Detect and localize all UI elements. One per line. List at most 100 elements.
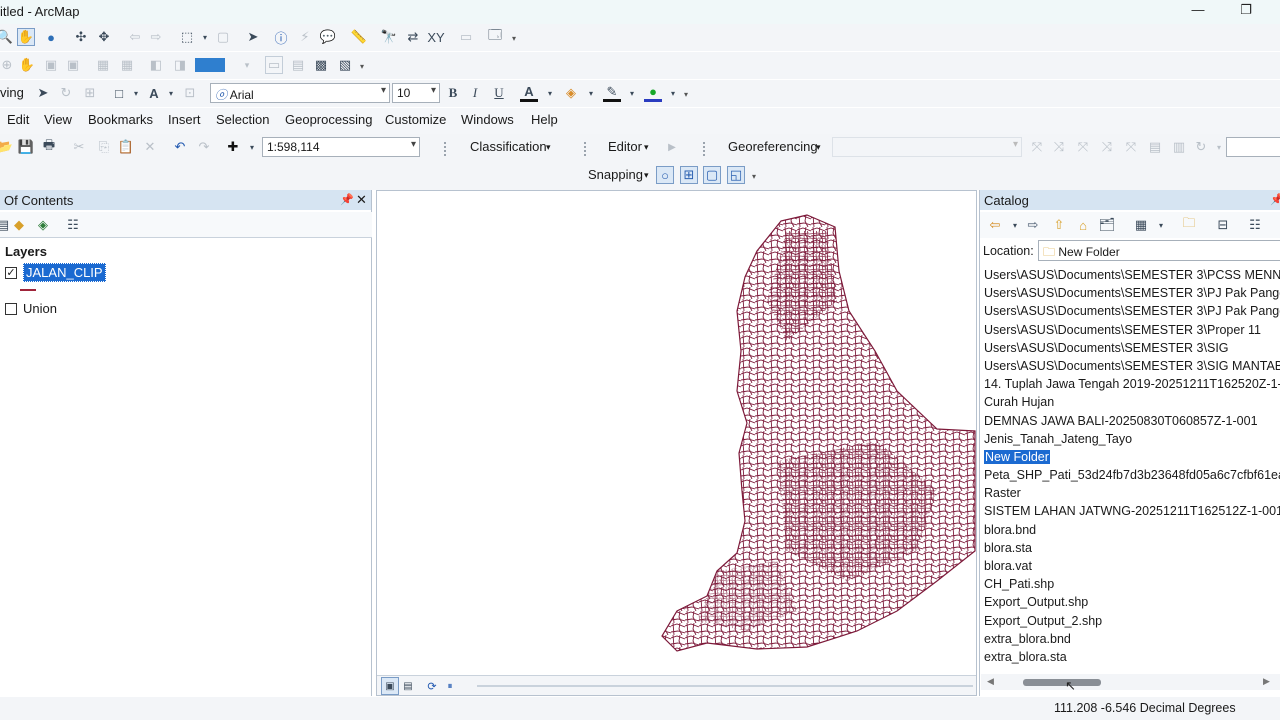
catalog-item[interactable]: blora.sta [981, 539, 1280, 557]
drawing-menu[interactable]: ving [0, 85, 24, 100]
font-size-select[interactable]: 10 ▾ [392, 83, 440, 103]
forward-icon[interactable]: ⇨ [147, 28, 165, 46]
layout-view-icon[interactable]: ▤ [399, 677, 417, 695]
line-color-icon[interactable]: ✎ [603, 84, 621, 102]
paste-icon[interactable]: 📋 [117, 138, 135, 156]
fill-color-dropdown-icon[interactable]: ▾ [582, 84, 600, 102]
clear-selection-icon[interactable]: ▢ [214, 28, 232, 46]
scrollbar-thumb[interactable] [1023, 679, 1101, 686]
toggle-draft-icon[interactable]: ▭ [265, 56, 283, 74]
catalog-item[interactable]: Users\ASUS\Documents\SEMESTER 3\PJ Pak P… [981, 302, 1280, 320]
layout-forward-icon[interactable]: ◨ [171, 56, 189, 74]
layout-fixed-out-icon[interactable]: ▦ [118, 56, 136, 74]
close-icon[interactable]: ✕ [356, 192, 367, 208]
pause-drawing-icon[interactable]: ⏸ [441, 677, 459, 695]
italic-button[interactable]: I [466, 84, 484, 102]
menu-geoprocessing[interactable]: Geoprocessing [285, 112, 372, 127]
views-dropdown-icon[interactable]: ▾ [1152, 216, 1170, 234]
marker-color-icon[interactable]: ● [644, 84, 662, 102]
html-popup-icon[interactable]: 💬 [319, 28, 337, 46]
list-by-source-icon[interactable]: ◆ [10, 216, 28, 234]
menu-bookmarks[interactable]: Bookmarks [88, 112, 153, 127]
catalog-item[interactable]: Users\ASUS\Documents\SEMESTER 3\SIG MANT… [981, 357, 1280, 375]
globe-icon[interactable]: ● [42, 28, 60, 46]
catalog-item[interactable]: SISTEM LAHAN JATWNG-20251211T162512Z-1-0… [981, 502, 1280, 520]
catalog-item-selected[interactable]: New Folder [981, 448, 1280, 466]
map-scrollbar-track[interactable] [477, 685, 973, 687]
shift-georef-icon[interactable]: ⤨ [1050, 138, 1068, 156]
toolbar-options-icon[interactable]: ▾ [512, 34, 520, 46]
select-elements-draw-icon[interactable]: ➤ [34, 84, 52, 102]
catalog-item[interactable]: Export_Output_2.shp [981, 612, 1280, 630]
catalog-horizontal-scrollbar[interactable]: ◀ ▶ ↖ [981, 674, 1280, 693]
location-select[interactable]: 🗀 New Folder [1038, 240, 1280, 261]
menu-insert[interactable]: Insert [168, 112, 201, 127]
catalog-contents-list[interactable]: Users\ASUS\Documents\SEMESTER 3\PCSS MEN… [981, 266, 1280, 672]
classification-button[interactable]: Classification [470, 139, 547, 154]
forward-icon[interactable]: ⇨ [1024, 216, 1042, 234]
rectangle-icon[interactable]: □ [110, 84, 128, 102]
catalog-item[interactable]: Users\ASUS\Documents\SEMESTER 3\PJ Pak P… [981, 284, 1280, 302]
redo-icon[interactable]: ↷ [195, 138, 213, 156]
create-viewer-icon[interactable]: 🗔 [486, 27, 504, 46]
find-icon[interactable]: 🔭 [380, 28, 398, 46]
back-dropdown-icon[interactable]: ▾ [1006, 216, 1024, 234]
road-network-map[interactable] [377, 191, 976, 675]
print-icon[interactable]: 🖶 [40, 137, 58, 156]
open-icon[interactable]: 📂 [0, 138, 14, 156]
focus-frame-icon[interactable]: ▤ [289, 56, 307, 74]
fixed-zoom-icon[interactable]: ✥ [95, 28, 113, 46]
editor-dropdown-icon[interactable]: ▾ [644, 142, 649, 153]
pan-icon[interactable]: ✋ [17, 28, 35, 46]
layer-name[interactable]: JALAN_CLIP [23, 263, 106, 282]
layout-fixed-in-icon[interactable]: ▦ [94, 56, 112, 74]
refresh-icon[interactable]: ⟳ [423, 677, 441, 695]
select-features-icon[interactable]: ⬚ [178, 28, 196, 46]
find-route-icon[interactable]: ⇄ [404, 28, 422, 46]
snapping-menu-button[interactable]: Snapping [588, 167, 643, 182]
zoom-out-icon[interactable]: 🔍 [0, 28, 14, 46]
catalog-item[interactable]: Curah Hujan [981, 393, 1280, 411]
toggle-tree-icon[interactable]: ⊟ [1214, 216, 1232, 234]
measure-icon[interactable]: 📏 [350, 28, 368, 46]
viewer-icon[interactable]: ▥ [1170, 138, 1188, 156]
catalog-item[interactable]: Jenis_Tanah_Jateng_Tayo [981, 430, 1280, 448]
save-icon[interactable]: 💾 [17, 138, 35, 156]
georef-extra-input[interactable] [1226, 137, 1280, 157]
layout-zoom-icon[interactable]: ⊕ [0, 56, 16, 74]
restore-button[interactable]: ❐ [1236, 2, 1256, 22]
back-icon[interactable]: ⇦ [126, 28, 144, 46]
identify-icon[interactable]: ⓘ [272, 28, 290, 46]
menu-help[interactable]: Help [531, 112, 558, 127]
pin-icon[interactable]: 📌 [1270, 193, 1280, 206]
layout-back-icon[interactable]: ◧ [147, 56, 165, 74]
layout-full-icon[interactable]: ▣ [42, 56, 60, 74]
menu-edit[interactable]: Edit [7, 112, 29, 127]
bold-button[interactable]: B [444, 84, 462, 102]
draw-toolbar-options-icon[interactable]: ▾ [684, 90, 692, 102]
classification-dropdown-icon[interactable]: ▾ [546, 142, 551, 153]
layer-row-jalan-clip[interactable]: ✓ JALAN_CLIP [5, 263, 106, 282]
editor-menu-button[interactable]: Editor [608, 139, 642, 154]
edit-vertices-icon[interactable]: ⊡ [181, 84, 199, 102]
georeferencing-dropdown-icon[interactable]: ▾ [816, 142, 821, 153]
time-slider-icon[interactable]: ▭ [457, 28, 475, 46]
home-icon[interactable]: ⌂ [1074, 216, 1092, 234]
goto-xy-icon[interactable]: XY [427, 28, 445, 46]
menu-windows[interactable]: Windows [461, 112, 514, 127]
catalog-item[interactable]: extra_blora.sta [981, 648, 1280, 666]
layout-toolbar-options-icon[interactable]: ▾ [360, 62, 368, 74]
catalog-item[interactable]: blora.vat [981, 557, 1280, 575]
layer-visibility-checkbox[interactable]: ✓ [5, 266, 17, 279]
add-data-icon[interactable]: ✚ [224, 138, 242, 156]
fill-color-icon[interactable]: ◈ [562, 84, 580, 102]
list-by-visibility-icon[interactable]: ◈ [34, 216, 52, 234]
full-extent-icon[interactable]: ✣ [72, 28, 90, 46]
copy-icon[interactable]: ⎘ [95, 138, 113, 156]
auto-registration-icon[interactable]: ⤧ [1122, 138, 1140, 156]
cut-icon[interactable]: ✂ [70, 138, 88, 156]
catalog-item[interactable]: Users\ASUS\Documents\SEMESTER 3\SIG [981, 339, 1280, 357]
toolbar-grip[interactable] [444, 142, 450, 156]
point-snapping-icon[interactable]: ○ [656, 166, 674, 184]
menu-selection[interactable]: Selection [216, 112, 269, 127]
